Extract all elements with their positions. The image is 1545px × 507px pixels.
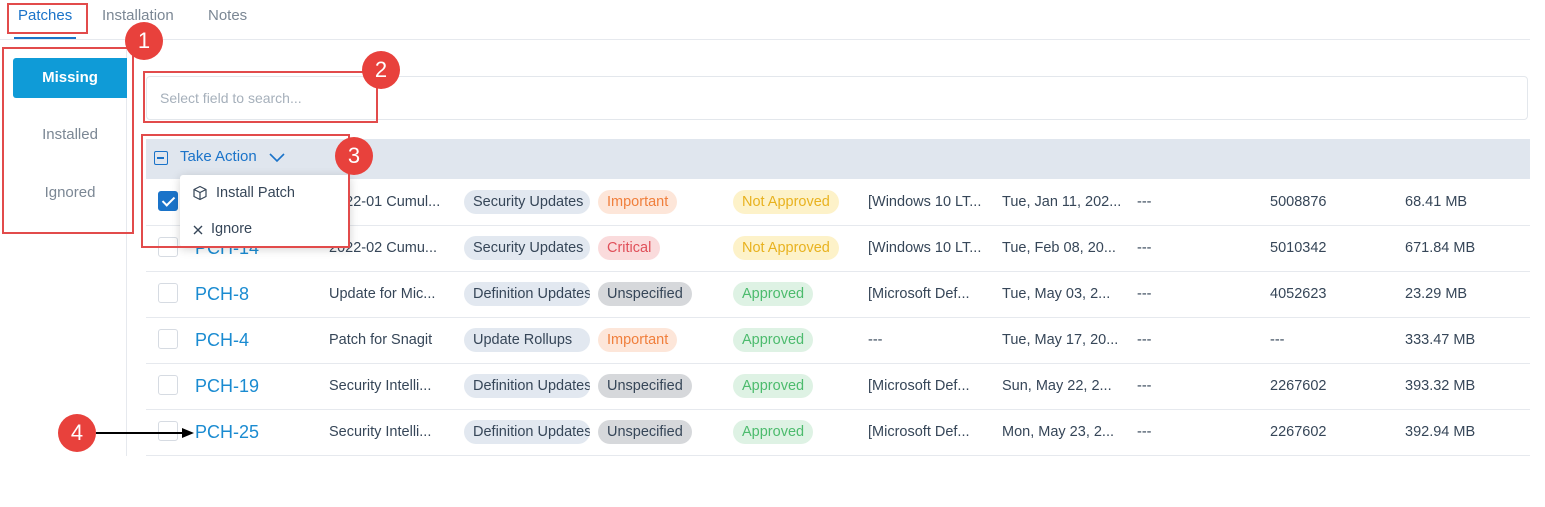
patch-id-link[interactable]: PCH-25	[195, 409, 259, 455]
platform-cell: [Windows 10 LT...	[868, 240, 982, 256]
kb-cell: 2267602	[1270, 378, 1327, 394]
bulletin-cell: ---	[1137, 332, 1152, 348]
severity-badge: Unspecified	[598, 420, 692, 444]
approval-badge: Approved	[733, 282, 814, 306]
annotation-arrow	[96, 428, 194, 438]
platform-cell: [Windows 10 LT...	[868, 194, 982, 210]
patch-name: Security Intelli...	[329, 378, 432, 394]
patch-id-link[interactable]: PCH-4	[195, 317, 249, 363]
severity-badge: Unspecified	[598, 374, 692, 398]
table-row[interactable]: PCH-14 2022-02 Cumu... Security Updates …	[146, 225, 1530, 272]
tab-divider	[0, 39, 1530, 40]
category-badge: Definition Updates	[464, 374, 590, 398]
size-cell: 393.32 MB	[1405, 378, 1476, 394]
table-row[interactable]: 2022-01 Cumul... Security Updates Import…	[146, 179, 1530, 226]
category-badge: Security Updates	[464, 190, 590, 214]
category-badge: Definition Updates	[464, 420, 590, 444]
annotation-badge-3: 3	[335, 137, 373, 175]
category-badge: Update Rollups	[464, 328, 590, 352]
bulletin-cell: ---	[1137, 240, 1152, 256]
patch-id-link[interactable]: PCH-8	[195, 271, 249, 317]
release-date-cell: Tue, May 03, 2...	[1002, 286, 1111, 302]
bulletin-cell: ---	[1137, 194, 1152, 210]
severity-badge: Important	[598, 328, 678, 352]
annotation-box-tab	[7, 3, 88, 34]
platform-cell: [Microsoft Def...	[868, 286, 970, 302]
annotation-box-take-action	[141, 134, 350, 248]
category-badge: Security Updates	[464, 236, 590, 260]
annotation-box-filters	[2, 47, 134, 234]
bulletin-cell: ---	[1137, 378, 1152, 394]
approval-badge: Not Approved	[733, 190, 839, 214]
row-checkbox[interactable]	[158, 375, 178, 395]
release-date-cell: Tue, May 17, 20...	[1002, 332, 1119, 348]
annotation-badge-2: 2	[362, 51, 400, 89]
approval-badge: Not Approved	[733, 236, 839, 260]
kb-cell: ---	[1270, 332, 1285, 348]
patch-name: Security Intelli...	[329, 424, 432, 440]
platform-cell: ---	[868, 332, 883, 348]
platform-cell: [Microsoft Def...	[868, 424, 970, 440]
table-row[interactable]: PCH-19 Security Intelli... Definition Up…	[146, 363, 1530, 410]
kb-cell: 4052623	[1270, 286, 1327, 302]
table-row[interactable]: PCH-25 Security Intelli... Definition Up…	[146, 409, 1530, 456]
release-date-cell: Sun, May 22, 2...	[1002, 378, 1112, 394]
row-checkbox[interactable]	[158, 329, 178, 349]
table-row[interactable]: PCH-4 Patch for Snagit Update Rollups Im…	[146, 317, 1530, 364]
approval-badge: Approved	[733, 374, 814, 398]
severity-badge: Unspecified	[598, 282, 692, 306]
annotation-badge-1: 1	[125, 22, 163, 60]
kb-cell: 5008876	[1270, 194, 1327, 210]
category-badge: Definition Updates	[464, 282, 590, 306]
release-date-cell: Tue, Feb 08, 20...	[1002, 240, 1116, 256]
bulletin-cell: ---	[1137, 286, 1152, 302]
size-cell: 23.29 MB	[1405, 286, 1468, 302]
bulletin-cell: ---	[1137, 424, 1152, 440]
annotation-badge-4: 4	[58, 414, 96, 452]
release-date-cell: Tue, Jan 11, 202...	[1002, 194, 1122, 210]
row-checkbox[interactable]	[158, 283, 178, 303]
tab-notes[interactable]: Notes	[208, 0, 247, 36]
table-row[interactable]: PCH-8 Update for Mic... Definition Updat…	[146, 271, 1530, 318]
patch-id-link[interactable]: PCH-19	[195, 363, 259, 409]
severity-badge: Important	[598, 190, 678, 214]
annotation-box-search	[143, 71, 378, 123]
kb-cell: 5010342	[1270, 240, 1327, 256]
patch-name: Patch for Snagit	[329, 332, 433, 348]
size-cell: 671.84 MB	[1405, 240, 1476, 256]
approval-badge: Approved	[733, 420, 814, 444]
patch-name: Update for Mic...	[329, 286, 436, 302]
platform-cell: [Microsoft Def...	[868, 378, 970, 394]
size-cell: 68.41 MB	[1405, 194, 1468, 210]
kb-cell: 2267602	[1270, 424, 1327, 440]
approval-badge: Approved	[733, 328, 814, 352]
release-date-cell: Mon, May 23, 2...	[1002, 424, 1115, 440]
severity-badge: Critical	[598, 236, 661, 260]
size-cell: 333.47 MB	[1405, 332, 1476, 348]
size-cell: 392.94 MB	[1405, 424, 1476, 440]
